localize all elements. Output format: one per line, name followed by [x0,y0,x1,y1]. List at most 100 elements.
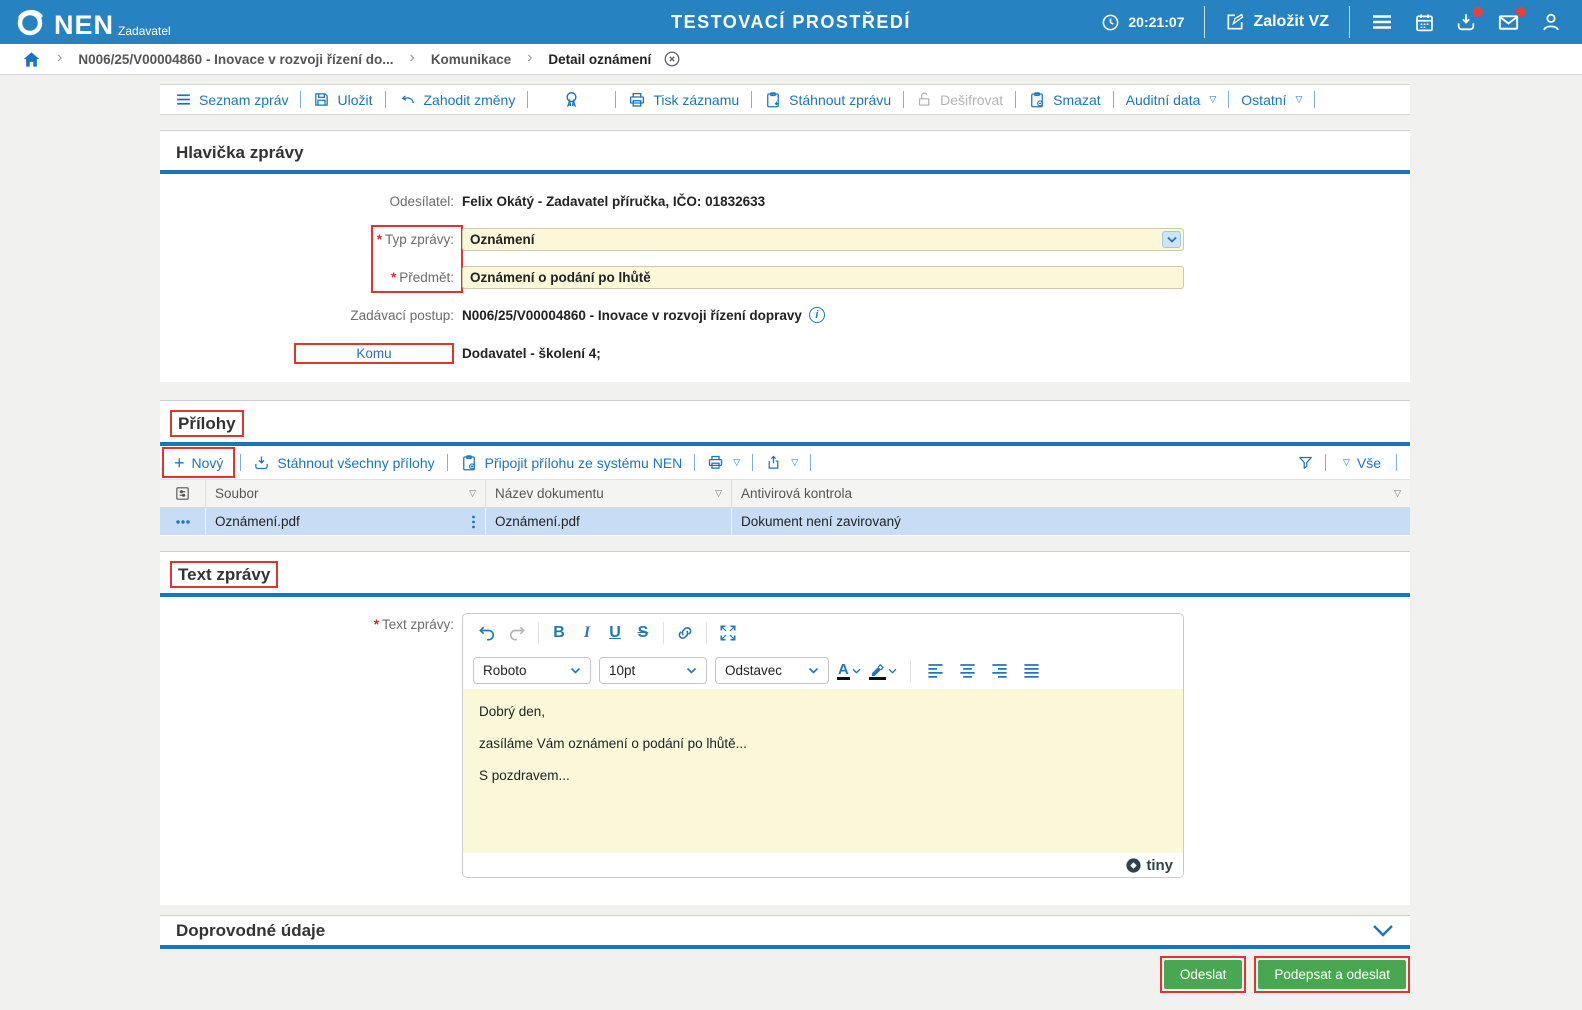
section-title-hlavicka: Hlavička zprávy [176,143,304,162]
fullscreen-button[interactable] [714,620,742,646]
align-center-button[interactable] [956,658,980,684]
italic-button[interactable]: I [574,624,600,642]
text-color-button[interactable]: A [837,662,861,680]
divider [1228,91,1230,108]
print-attachments-dropdown[interactable]: ▽ [698,454,749,471]
attachments-toolbar: + Nový Stáhnout všechny přílohy Připojit… [160,446,1410,479]
main-menu-button[interactable] [1370,10,1394,34]
ulozit-button[interactable]: Uložit [304,91,381,108]
tinymce-logo-icon[interactable] [1125,857,1142,874]
seznam-zprav-button[interactable]: Seznam zpráv [166,91,297,108]
column-header-soubor[interactable]: Soubor ▽ [206,480,486,507]
editor-statusbar: tiny [463,853,1183,877]
column-header-antivir[interactable]: Antivirová kontrola ▽ [732,480,1410,507]
divider [1314,91,1316,108]
certificate-seal-button[interactable] [553,90,590,109]
attachments-panel: Přílohy + Nový Stáhnout všechny přílohy … [160,400,1410,536]
divider [752,454,754,471]
attachments-table-header: Soubor ▽ Název dokumentu ▽ Antivirová ko… [160,479,1410,508]
paragraph-format-select[interactable]: Odstavec [715,657,829,684]
cell-nazev[interactable]: Oznámení.pdf [486,508,732,535]
desifrovat-button[interactable]: Dešifrovat [907,91,1012,108]
align-right-button[interactable] [988,658,1012,684]
breadcrumb-item-komunikace[interactable]: Komunikace [431,52,511,67]
hamburger-icon [1370,10,1394,34]
komu-link[interactable]: Komu [294,342,454,364]
odesilatel-label: Odesílatel: [389,193,454,209]
redo-button[interactable] [503,620,531,646]
messages-button[interactable] [1497,6,1526,34]
field-komu: Komu Dodavatel - školení 4; [160,341,1410,365]
column-header-nazev[interactable]: Název dokumentu ▽ [486,480,732,507]
divider [240,454,242,471]
expand-section-button[interactable] [1372,924,1394,938]
user-profile-button[interactable] [1540,11,1562,33]
font-family-select[interactable]: Roboto [473,657,591,684]
divider [706,622,707,644]
komu-value: Dodavatel - školení 4; [462,345,601,361]
pripojit-prilohu-button[interactable]: Připojit přílohu ze systému NEN [451,454,692,472]
tinymce-logo-text[interactable]: tiny [1146,857,1173,874]
odeslat-button[interactable]: Odeslat [1163,960,1243,989]
typ-zpravy-select[interactable]: Oznámení [462,227,1184,251]
align-left-button[interactable] [924,658,948,684]
predmet-input[interactable]: Oznámení o podání po lhůtě [462,265,1184,289]
section-title-text-zpravy: Text zprávy [170,561,279,588]
divider [446,454,448,471]
breadcrumb-item-procedure[interactable]: N006/25/V00004860 - Inovace v rozvoji ří… [78,52,393,67]
tisk-zaznamu-button[interactable]: Tisk záznamu [619,91,748,109]
row-menu-button[interactable] [160,508,206,535]
message-text-panel: Text zprávy * Text zprávy: B I U S Robot… [160,551,1410,905]
message-line: S pozdravem... [479,768,570,783]
strikethrough-button[interactable]: S [630,624,656,642]
message-body-editable[interactable]: Dobrý den, zasíláme Vám oznámení o podán… [463,689,1183,853]
filter-funnel-icon[interactable] [1297,454,1314,471]
podepsat-a-odeslat-button[interactable]: Podepsat a odeslat [1258,960,1406,989]
drag-handle-icon[interactable] [471,515,476,529]
create-vz-button[interactable]: Založit VZ [1225,12,1329,32]
link-button[interactable] [671,620,699,646]
attachment-row[interactable]: Oznámení.pdf Oznámení.pdf Dokument není … [160,508,1410,535]
home-button[interactable] [22,50,41,69]
calendar-button[interactable] [1414,12,1435,33]
required-mark: * [376,231,382,247]
divider [1015,91,1017,108]
cell-soubor[interactable]: Oznámení.pdf [206,508,486,535]
column-options-button[interactable] [160,480,206,507]
compose-icon [1225,12,1245,32]
auditni-data-dropdown[interactable]: Auditní data ▽ [1117,92,1226,108]
breadcrumb-separator-icon: › [409,49,415,66]
clock-display: 20:21:07 [1101,13,1184,32]
attachments-table: Soubor ▽ Název dokumentu ▽ Antivirová ko… [160,479,1410,535]
divider [1349,6,1350,38]
ostatni-dropdown[interactable]: Ostatní ▽ [1232,92,1311,108]
nen-logo-icon [14,6,46,38]
filter-vse-dropdown[interactable]: ▽ Vše [1337,455,1385,471]
font-size-select[interactable]: 10pt [599,657,707,684]
top-bar: NEN Zadavatel TESTOVACÍ PROSTŘEDÍ 20:21:… [0,0,1582,44]
column-filter-icon[interactable]: ▽ [715,488,722,499]
underline-button[interactable]: U [602,624,628,642]
smazat-button[interactable]: Smazat [1019,91,1109,109]
info-icon[interactable]: i [808,307,825,323]
nen-logo[interactable]: NEN Zadavatel [0,6,171,39]
export-attachments-dropdown[interactable]: ▽ [756,454,807,471]
novy-button[interactable]: + Nový [162,447,236,478]
downloads-button[interactable] [1455,7,1483,33]
divider [751,91,753,108]
divider [1204,6,1206,38]
align-justify-button[interactable] [1020,658,1044,684]
divider [694,454,696,471]
field-zadavaci-postup: Zadávací postup: N006/25/V00004860 - Ino… [160,303,1410,327]
close-tab-button[interactable] [663,50,681,68]
stahnout-zpravu-button[interactable]: Stáhnout zprávu [755,91,900,109]
column-filter-icon[interactable]: ▽ [1394,488,1401,499]
dropdown-arrow-icon: ▽ [1295,94,1303,104]
bold-button[interactable]: B [546,624,572,642]
zahodit-zmeny-button[interactable]: Zahodit změny [389,91,525,108]
select-arrow-button[interactable] [1162,230,1181,248]
undo-button[interactable] [473,620,501,646]
column-filter-icon[interactable]: ▽ [469,488,476,499]
highlight-color-button[interactable] [868,662,897,680]
stahnout-vsechny-prilohy-button[interactable]: Stáhnout všechny přílohy [244,454,443,471]
